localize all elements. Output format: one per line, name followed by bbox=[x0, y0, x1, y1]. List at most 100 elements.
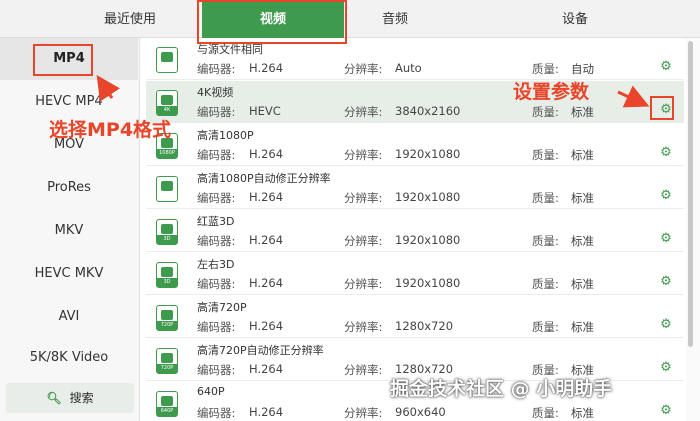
encoder-label: 编码器: bbox=[197, 105, 236, 119]
tab-device[interactable]: 设备 bbox=[510, 0, 640, 38]
search-button[interactable]: 🔍︎ 搜索 bbox=[6, 383, 134, 413]
resolution-value: 1920x1080 bbox=[395, 276, 461, 290]
quality-label: 质量: bbox=[532, 277, 559, 291]
quality-value: 标准 bbox=[571, 148, 594, 162]
gear-highlight-box bbox=[650, 96, 674, 120]
format-row[interactable]: 3D 红蓝3D 编码器: H.264 分辨率: 1920x1080 质量: 标准… bbox=[146, 210, 684, 252]
gear-icon[interactable]: ⚙ bbox=[658, 359, 674, 375]
format-tag: 3D bbox=[157, 235, 177, 244]
video-file-icon bbox=[156, 47, 178, 73]
search-icon: 🔍︎ bbox=[46, 391, 62, 405]
encoder-value: H.264 bbox=[249, 190, 284, 204]
format-tag: 640P bbox=[157, 407, 177, 416]
encoder-value: H.264 bbox=[249, 147, 284, 161]
tab-recent[interactable]: 最近使用 bbox=[60, 0, 200, 38]
category-prores[interactable]: ProRes bbox=[0, 167, 138, 209]
resolution-label: 分辨率: bbox=[344, 406, 383, 420]
quality-label: 质量: bbox=[532, 320, 559, 334]
video-3d-icon: 3D bbox=[156, 262, 178, 288]
quality-value: 标准 bbox=[571, 105, 594, 119]
encoder-label: 编码器: bbox=[197, 363, 236, 377]
quality-label: 质量: bbox=[532, 406, 559, 420]
annotation-select-mp4: 选择MP4格式 bbox=[49, 119, 172, 141]
encoder-label: 编码器: bbox=[197, 191, 236, 205]
resolution-value: 1920x1080 bbox=[395, 233, 461, 247]
format-name: 左右3D bbox=[197, 258, 235, 271]
quality-value: 标准 bbox=[571, 191, 594, 205]
format-name: 640P bbox=[197, 385, 225, 398]
format-name: 高清720P自动修正分辨率 bbox=[197, 344, 324, 357]
resolution-label: 分辨率: bbox=[344, 105, 383, 119]
category-mkv[interactable]: MKV bbox=[0, 210, 138, 252]
resolution-value: 1920x1080 bbox=[395, 190, 461, 204]
category-5k-8k-video[interactable]: 5K/8K Video bbox=[0, 337, 138, 379]
gear-icon[interactable]: ⚙ bbox=[658, 144, 674, 160]
format-row[interactable]: 3D 左右3D 编码器: H.264 分辨率: 1920x1080 质量: 标准… bbox=[146, 253, 684, 295]
gear-icon[interactable]: ⚙ bbox=[658, 58, 674, 74]
format-name: 高清1080P bbox=[197, 129, 254, 142]
resolution-value: Auto bbox=[395, 61, 422, 75]
quality-value: 标准 bbox=[571, 277, 594, 291]
annotation-set-params: 设置参数 bbox=[513, 81, 590, 103]
resolution-label: 分辨率: bbox=[344, 234, 383, 248]
resolution-label: 分辨率: bbox=[344, 320, 383, 334]
quality-label: 质量: bbox=[532, 191, 559, 205]
format-category-list: MP4 HEVC MP4 MOV ProRes MKV HEVC MKV AVI… bbox=[0, 38, 140, 421]
gear-icon[interactable]: ⚙ bbox=[658, 402, 674, 418]
quality-value: 自动 bbox=[571, 62, 594, 76]
format-tag: 720P bbox=[157, 364, 177, 373]
format-row[interactable]: 4K 4K视频 编码器: HEVC 分辨率: 3840x2160 质量: 标准 … bbox=[146, 81, 684, 123]
video-file-icon: 720P bbox=[156, 305, 178, 331]
format-row[interactable]: 与源文件相同 编码器: H.264 分辨率: Auto 质量: 自动 ⚙ bbox=[146, 38, 684, 80]
format-tag: 3D bbox=[157, 278, 177, 287]
video-file-icon bbox=[156, 176, 178, 202]
format-tab-bar: 最近使用 视频 音频 设备 bbox=[0, 0, 700, 38]
video-3d-icon: 3D bbox=[156, 219, 178, 245]
quality-value: 标准 bbox=[571, 320, 594, 334]
encoder-value: H.264 bbox=[249, 276, 284, 290]
resolution-label: 分辨率: bbox=[344, 277, 383, 291]
format-row[interactable]: 1080P 高清1080P 编码器: H.264 分辨率: 1920x1080 … bbox=[146, 124, 684, 166]
resolution-label: 分辨率: bbox=[344, 62, 383, 76]
quality-label: 质量: bbox=[532, 234, 559, 248]
encoder-value: H.264 bbox=[249, 319, 284, 333]
mp4-highlight-box bbox=[33, 44, 93, 76]
format-tag: 1080P bbox=[157, 149, 177, 158]
resolution-value: 1280x720 bbox=[395, 319, 454, 333]
encoder-value: HEVC bbox=[249, 104, 281, 118]
category-hevc-mkv[interactable]: HEVC MKV bbox=[0, 253, 138, 295]
format-tag: 4K bbox=[157, 106, 177, 115]
resolution-label: 分辨率: bbox=[344, 148, 383, 162]
format-row[interactable]: 720P 高清720P 编码器: H.264 分辨率: 1280x720 质量:… bbox=[146, 296, 684, 338]
quality-label: 质量: bbox=[532, 148, 559, 162]
format-name: 高清720P bbox=[197, 301, 247, 314]
category-avi[interactable]: AVI bbox=[0, 296, 138, 338]
resolution-value: 3840x2160 bbox=[395, 104, 461, 118]
video-file-icon: 640P bbox=[156, 391, 178, 417]
encoder-label: 编码器: bbox=[197, 62, 236, 76]
video-file-icon: 4K bbox=[156, 90, 178, 116]
quality-label: 质量: bbox=[532, 105, 559, 119]
format-name: 与源文件相同 bbox=[197, 43, 263, 56]
encoder-value: H.264 bbox=[249, 362, 284, 376]
gear-icon[interactable]: ⚙ bbox=[658, 273, 674, 289]
format-name: 4K视频 bbox=[197, 86, 234, 99]
format-name: 高清1080P自动修正分辨率 bbox=[197, 172, 331, 185]
resolution-label: 分辨率: bbox=[344, 363, 383, 377]
encoder-value: H.264 bbox=[249, 61, 284, 75]
gear-icon[interactable]: ⚙ bbox=[658, 230, 674, 246]
encoder-label: 编码器: bbox=[197, 406, 236, 420]
resolution-value: 960x640 bbox=[395, 405, 446, 419]
encoder-label: 编码器: bbox=[197, 320, 236, 334]
search-label: 搜索 bbox=[69, 391, 94, 405]
quality-value: 标准 bbox=[571, 234, 594, 248]
gear-icon[interactable]: ⚙ bbox=[658, 187, 674, 203]
resolution-label: 分辨率: bbox=[344, 191, 383, 205]
scrollbar-thumb[interactable] bbox=[688, 41, 693, 347]
tab-audio[interactable]: 音频 bbox=[330, 0, 460, 38]
gear-icon[interactable]: ⚙ bbox=[658, 316, 674, 332]
video-file-icon: 720P bbox=[156, 348, 178, 374]
encoder-label: 编码器: bbox=[197, 277, 236, 291]
encoder-label: 编码器: bbox=[197, 234, 236, 248]
format-row[interactable]: 高清1080P自动修正分辨率 编码器: H.264 分辨率: 1920x1080… bbox=[146, 167, 684, 209]
